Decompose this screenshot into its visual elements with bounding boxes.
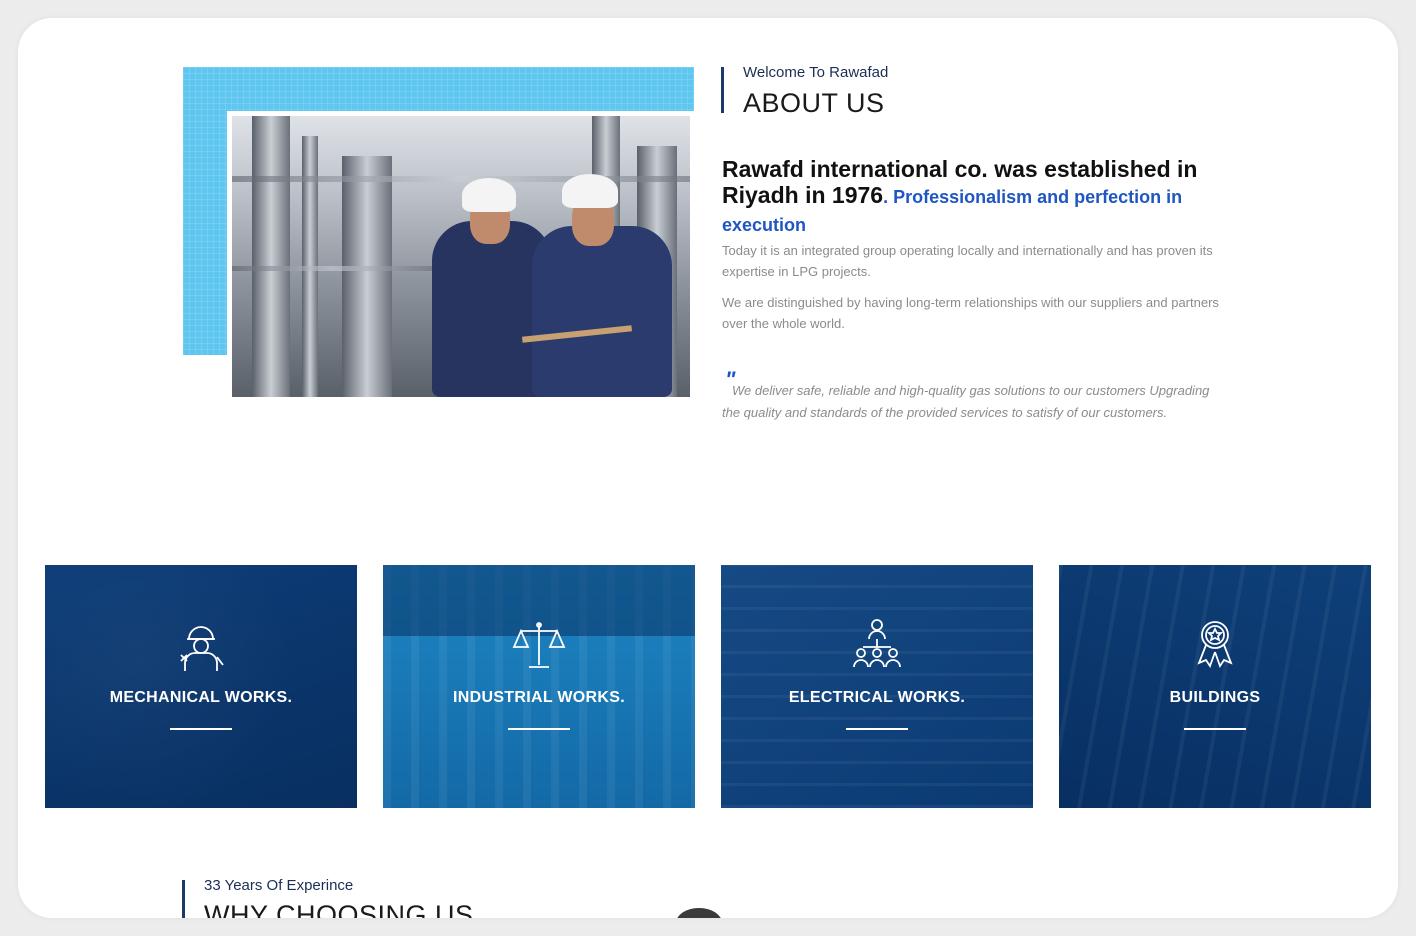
about-kicker: Welcome To Rawafad (743, 64, 889, 81)
service-underline (170, 728, 232, 730)
award-icon (1197, 621, 1233, 668)
service-card-mechanical[interactable]: MECHANICAL WORKS. (45, 565, 357, 808)
about-photo-workers (232, 116, 690, 397)
about-quote: We deliver safe, reliable and high-quali… (722, 383, 1210, 420)
service-underline (508, 728, 570, 730)
service-label: BUILDINGS (1169, 689, 1261, 706)
service-label: ELECTRICAL WORKS. (788, 689, 966, 706)
why-accent-bar (182, 880, 185, 918)
why-kicker: 33 Years Of Experince (204, 877, 354, 894)
about-photo-frame (227, 111, 694, 401)
service-label: MECHANICAL WORKS. (109, 689, 293, 706)
team-icon (853, 619, 901, 668)
about-paragraph-2: We are distinguished by having long-term… (722, 295, 1219, 331)
about-accent-bar (721, 67, 724, 113)
service-underline (1184, 728, 1246, 730)
scales-icon (512, 622, 566, 668)
service-label: INDUSTRIAL WORKS. (453, 689, 625, 706)
service-card-buildings[interactable]: BUILDINGS (1059, 565, 1371, 808)
why-title: WHY CHOOSING US (204, 900, 474, 918)
about-headline: Rawafd international co. was established… (722, 156, 1222, 238)
why-photo (676, 908, 722, 918)
service-card-industrial[interactable]: INDUSTRIAL WORKS. (383, 565, 695, 808)
service-underline (846, 728, 908, 730)
page: Welcome To Rawafad ABOUT US Rawafd inter… (18, 18, 1398, 918)
about-title: ABOUT US (743, 88, 885, 118)
worker-icon (180, 626, 224, 671)
service-card-electrical[interactable]: ELECTRICAL WORKS. (721, 565, 1033, 808)
about-paragraph-1: Today it is an integrated group operatin… (722, 243, 1213, 279)
